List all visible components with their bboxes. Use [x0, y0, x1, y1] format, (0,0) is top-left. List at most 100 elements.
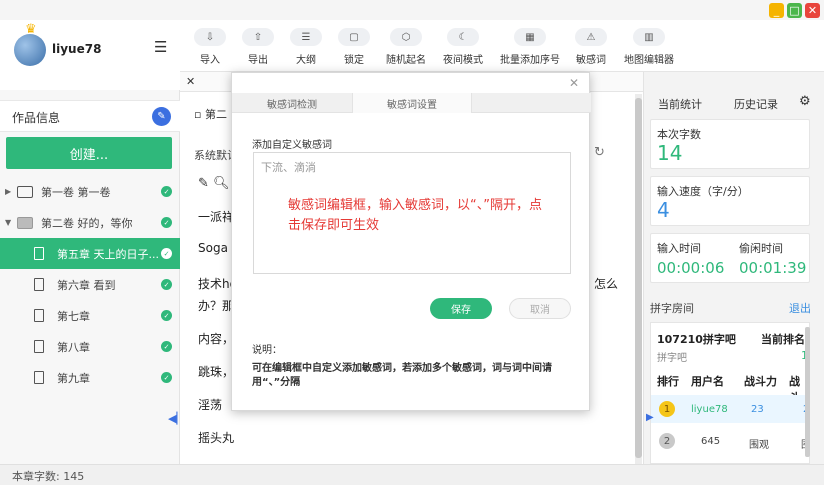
window-controls: _ □ ✕	[769, 3, 820, 18]
batch-icon: ▦	[514, 28, 546, 46]
lock-label: 锁定	[344, 55, 364, 66]
sensitive-word-label: 敏感词	[576, 55, 606, 66]
scroll-thumb[interactable]	[635, 98, 642, 458]
minimize-button[interactable]: _	[769, 3, 784, 18]
title-bar	[0, 0, 824, 20]
document-icon	[34, 340, 44, 353]
pinzi-room-label: 拼字房间	[650, 302, 694, 315]
stats-panel: 当前统计 历史记录 ⚙ 本次字数 14 输入速度（字/分） 4 输入时间 偷闲时…	[643, 72, 824, 464]
tree-volume-2[interactable]: ▼ 第二卷 好的，等你 ✓	[0, 207, 180, 238]
cancel-button[interactable]: 取消	[509, 298, 571, 319]
editor-line: 办？那	[198, 299, 235, 313]
editor-line: 内容，	[198, 332, 235, 346]
custom-word-label: 添加自定义敏感词	[252, 140, 332, 151]
tree-volume-1[interactable]: ▶ 第一卷 第一卷 ✓	[0, 176, 180, 207]
expand-panel-icon[interactable]: ▶	[646, 412, 654, 423]
outline-icon: ☰	[290, 28, 322, 46]
gear-icon[interactable]: ⚙	[799, 94, 811, 109]
editor-line: Soga	[198, 241, 228, 255]
random-name-button[interactable]: ⬡ 随机起名	[376, 28, 436, 66]
rank-label: 当前排名	[761, 333, 805, 346]
silver-medal-icon: 2	[659, 433, 675, 449]
close-tab-icon[interactable]: ✕	[186, 75, 195, 88]
tree-chapter-6[interactable]: 第六章 看到 ✓	[0, 269, 180, 300]
tree-label: 第八章	[57, 340, 90, 354]
chapter-word-count: 本章字数: 145	[12, 470, 85, 483]
tree-label: 第一卷 第一卷	[41, 185, 111, 199]
work-info-row[interactable]: 作品信息 ✎	[0, 100, 180, 132]
edit-icon[interactable]: ✎	[152, 107, 171, 126]
warning-icon: ⚠	[575, 28, 607, 46]
chapter-title-row: ▫ 第二	[194, 106, 227, 122]
row-name: 645	[701, 436, 721, 447]
stats-scrollbar[interactable]	[805, 327, 810, 457]
collapse-arrow-icon[interactable]: ▼	[5, 218, 15, 227]
room-sub: 拼字吧	[657, 353, 687, 364]
work-info-label: 作品信息	[12, 111, 61, 125]
batch-number-button[interactable]: ▦ 批量添加序号	[494, 28, 566, 66]
logout-link[interactable]: 退出	[789, 300, 811, 316]
app-window: _ □ ✕ ♛ liyue78 ☰ 作品信息 ✎ 创建... ▶ 第一卷 第一卷…	[0, 0, 824, 485]
chapter-title: 第二	[204, 108, 227, 121]
lock-icon: ▢	[338, 28, 370, 46]
col-user: 用户名	[691, 375, 724, 388]
idle-time-value: 00:01:39	[739, 259, 807, 277]
col-power: 战斗力	[744, 375, 777, 388]
time-card: 输入时间 偷闲时间 00:00:06 00:01:39	[650, 233, 810, 283]
magic-wand-icon[interactable]: ✎	[198, 176, 209, 191]
save-button[interactable]: 保存	[430, 298, 492, 319]
tree-chapter-7[interactable]: 第七章 ✓	[0, 300, 180, 331]
night-mode-button[interactable]: ☾ 夜间模式	[433, 28, 493, 66]
map-editor-button[interactable]: ▥ 地图编辑器	[618, 28, 680, 66]
tab-detect[interactable]: 敏感词检测	[232, 93, 352, 113]
expand-arrow-icon[interactable]: ▶	[5, 187, 15, 196]
close-icon[interactable]: ✕	[569, 76, 579, 90]
tree-chapter-5[interactable]: 第五章 天上的日子... ✓	[0, 238, 180, 269]
speed-card: 输入速度（字/分） 4	[650, 176, 810, 226]
annotation-text: 敏感词编辑框，输入敏感词，以“、”隔开，点击保存即可生效	[288, 198, 542, 233]
check-icon: ✓	[161, 372, 172, 383]
row-power: 23	[751, 404, 764, 415]
this-count-card: 本次字数 14	[650, 119, 810, 169]
status-bar: 本章字数: 145	[0, 464, 824, 485]
room-name: 107210拼字吧	[657, 333, 736, 346]
export-icon: ⇧	[242, 28, 274, 46]
avatar[interactable]	[14, 34, 46, 66]
document-icon: ▫	[194, 108, 205, 121]
username: liyue78	[52, 42, 102, 56]
dialog-tabs: 敏感词检测 敏感词设置	[232, 93, 591, 113]
tree-label: 第五章 天上的日子...	[57, 247, 159, 261]
tab-current-stats[interactable]: 当前统计	[658, 96, 702, 112]
maximize-button[interactable]: □	[787, 3, 802, 18]
dice-icon: ⬡	[390, 28, 422, 46]
check-icon: ✓	[161, 248, 172, 259]
tab-history[interactable]: 历史记录	[734, 96, 778, 112]
refresh-icon[interactable]: ↻	[594, 145, 605, 160]
close-window-button[interactable]: ✕	[805, 3, 820, 18]
map-icon: ▥	[633, 28, 665, 46]
tree-chapter-8[interactable]: 第八章 ✓	[0, 331, 180, 362]
document-icon	[34, 309, 44, 322]
tree-chapter-9[interactable]: 第九章 ✓	[0, 362, 180, 393]
row-power: 围观	[749, 440, 769, 451]
document-icon	[34, 278, 44, 291]
editor-scrollbar[interactable]	[635, 94, 642, 464]
note-text: 可在编辑框中自定义添加敏感词，若添加多个敏感词，词与词中间请用“、”分隔	[252, 363, 552, 388]
hamburger-menu-icon[interactable]: ☰	[154, 38, 167, 56]
search-icon[interactable]: 🔍︎	[213, 176, 230, 191]
tree-label: 第九章	[57, 371, 90, 385]
check-icon: ✓	[161, 217, 172, 228]
random-name-label: 随机起名	[386, 55, 426, 66]
col-rank: 排行	[657, 375, 679, 388]
document-icon	[34, 371, 44, 384]
speed-label: 输入速度（字/分）	[657, 185, 749, 198]
lock-button[interactable]: ▢ 锁定	[324, 28, 384, 66]
this-count-label: 本次字数	[657, 128, 701, 141]
sidebar: ♛ liyue78 ☰ 作品信息 ✎ 创建... ▶ 第一卷 第一卷 ✓ ▼ 第…	[0, 20, 185, 464]
check-icon: ✓	[161, 186, 172, 197]
sensitive-word-button[interactable]: ⚠ 敏感词	[561, 28, 621, 66]
tab-settings[interactable]: 敏感词设置	[352, 93, 472, 113]
textarea-content: 下流、滴淌	[261, 161, 316, 174]
create-button[interactable]: 创建...	[6, 137, 172, 169]
folder-icon	[17, 185, 33, 198]
